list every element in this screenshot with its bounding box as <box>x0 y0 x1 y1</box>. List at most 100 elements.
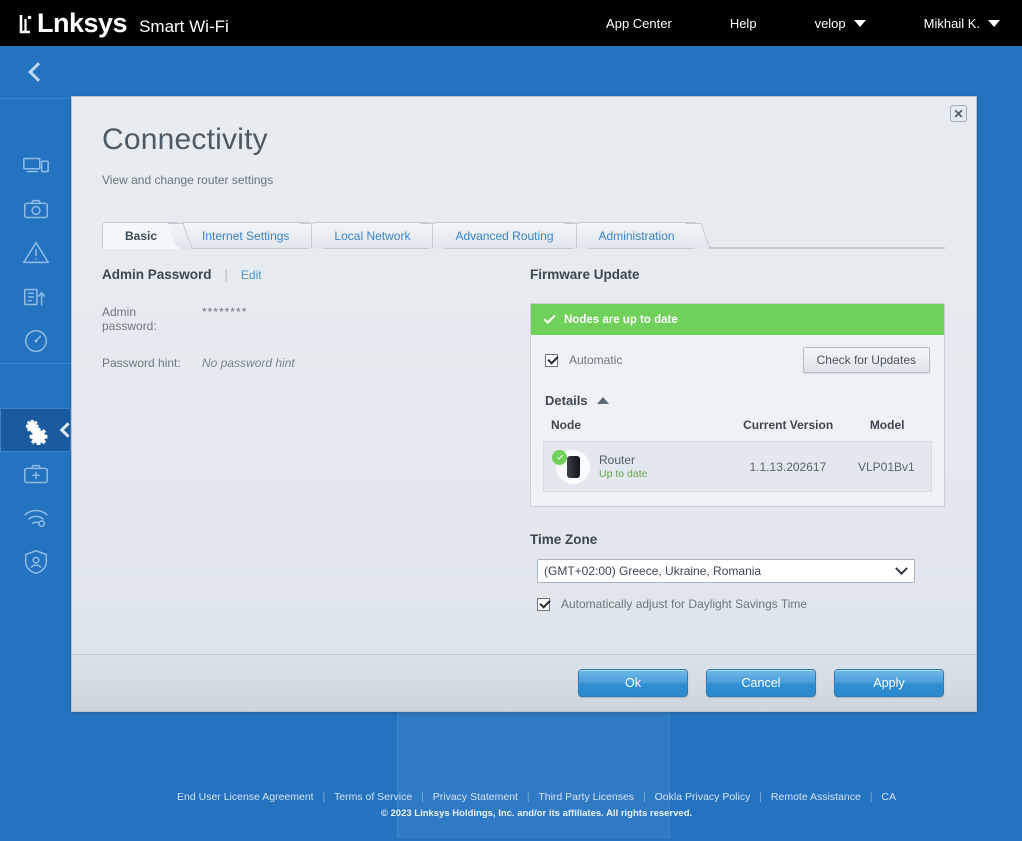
tab-advanced-routing[interactable]: Advanced Routing <box>432 222 590 249</box>
node-text: Router Up to date <box>599 453 647 480</box>
guest-access-icon <box>23 199 48 219</box>
node-current-version: 1.1.13.202617 <box>749 459 827 474</box>
network-devices-icon <box>22 157 49 173</box>
footer-divider: | <box>759 791 762 803</box>
firmware-details-header[interactable]: Details <box>531 379 944 408</box>
sidebar-item-media-prioritization[interactable] <box>0 275 71 319</box>
top-nav-links: App Center Help velop Mikhail K. <box>606 16 1022 31</box>
sidebar-item-troubleshooting[interactable] <box>0 452 71 496</box>
nav-help-label: Help <box>729 15 757 31</box>
sidebar-item-parental-controls[interactable] <box>0 231 71 275</box>
footer-link-privacy-statement[interactable]: Privacy Statement <box>433 791 518 803</box>
sidebar-item-wireless[interactable] <box>0 496 71 540</box>
footer-links: End User License Agreement | Terms of Se… <box>71 791 1002 803</box>
parental-controls-icon <box>21 241 50 264</box>
footer-divider: | <box>642 791 646 803</box>
footer-link-third-party-licenses[interactable]: Third Party Licenses <box>538 791 634 803</box>
tab-internet-settings-label: Internet Settings <box>202 229 290 243</box>
table-row: Router Up to date 1.1.13.202617 VLP01Bv1 <box>543 441 932 492</box>
sidebar-item-security[interactable] <box>0 540 71 584</box>
column-header-node: Node <box>551 418 581 432</box>
right-column: Firmware Update Nodes are up to date Aut… <box>530 267 945 611</box>
linksys-wordmark: Lnksys <box>37 7 128 38</box>
admin-password-title: Admin Password <box>102 267 212 282</box>
password-hint-label: Password hint: <box>102 356 181 370</box>
sidebar-spacer-top <box>0 99 71 143</box>
dst-label: Automatically adjust for Daylight Saving… <box>561 597 808 611</box>
sidebar-item-guest-access[interactable] <box>0 187 71 231</box>
ok-button[interactable]: Ok <box>578 669 688 697</box>
column-header-current-version: Current Version <box>743 418 834 432</box>
check-for-updates-button[interactable]: Check for Updates <box>802 347 930 373</box>
footer-divider: | <box>869 791 873 803</box>
node-name: Router <box>599 453 636 467</box>
chevron-left-icon <box>27 62 48 82</box>
node-cell: Router Up to date <box>552 449 726 484</box>
automatic-update-checkbox[interactable] <box>545 353 558 367</box>
tab-internet-settings[interactable]: Internet Settings <box>179 222 326 249</box>
node-model: VLP01Bv1 <box>858 459 915 474</box>
firmware-status-text: Nodes are up to date <box>564 313 678 326</box>
sidebar-item-device-list[interactable] <box>0 143 71 187</box>
wireless-icon <box>23 509 48 528</box>
dialog-footer: Ok Cancel Apply <box>72 654 976 711</box>
details-label: Details <box>545 393 588 408</box>
firmware-nodes-table: Node Current Version Model Router Up to … <box>543 418 932 492</box>
close-icon[interactable]: ✕ <box>950 105 967 122</box>
copyright-text: © 2023 Linksys Holdings, Inc. and/or its… <box>380 808 693 819</box>
apply-button[interactable]: Apply <box>834 669 944 697</box>
sidebar-item-speed-test[interactable] <box>0 319 71 363</box>
top-navigation-bar: Lnksys Smart Wi-Fi App Center Help velop… <box>0 0 1022 46</box>
tab-bar: Basic Internet Settings Local Network Ad… <box>102 222 945 249</box>
tab-basic[interactable]: Basic <box>102 222 193 249</box>
firmware-update-title: Firmware Update <box>530 267 640 282</box>
time-zone-select[interactable]: (GMT+02:00) Greece, Ukraine, Romania <box>537 559 915 583</box>
edit-admin-password-link[interactable]: Edit <box>241 268 262 282</box>
nav-help[interactable]: Help <box>730 16 757 31</box>
admin-password-value: ******** <box>202 305 248 319</box>
dst-checkbox[interactable] <box>537 597 550 611</box>
footer-divider: | <box>526 791 530 803</box>
nav-account-menu[interactable]: Mikhail K. <box>924 16 1000 31</box>
sidebar-item-connectivity[interactable] <box>0 408 76 452</box>
node-status-badge <box>552 449 590 484</box>
footer-link-eula[interactable]: End User License Agreement <box>177 791 314 803</box>
admin-password-label: Admin password: <box>102 305 157 333</box>
product-name: Smart Wi-Fi <box>139 16 229 36</box>
dialog-header: Connectivity View and change router sett… <box>72 97 976 222</box>
left-sidebar <box>0 46 76 841</box>
password-hint-value: No password hint <box>202 356 295 370</box>
linksys-l-mark-icon <box>19 14 32 33</box>
tab-local-network[interactable]: Local Network <box>311 222 447 249</box>
cancel-button[interactable]: Cancel <box>706 669 816 697</box>
troubleshooting-icon <box>23 464 48 484</box>
footer-divider: | <box>421 791 424 803</box>
admin-password-row: Admin password: ******** <box>102 305 528 333</box>
chevron-down-icon <box>988 19 1000 27</box>
tab-basic-label: Basic <box>125 229 158 243</box>
table-header-row: Node Current Version Model <box>543 418 932 441</box>
admin-password-section: Admin Password | Edit Admin password: **… <box>102 267 528 611</box>
speed-test-icon <box>24 329 47 353</box>
triangle-up-icon[interactable] <box>596 397 609 404</box>
sidebar-collapse-button[interactable] <box>0 46 71 98</box>
time-zone-select-wrapper: (GMT+02:00) Greece, Ukraine, Romania <box>537 559 915 583</box>
footer-link-remote-assistance[interactable]: Remote Assistance <box>771 791 861 803</box>
footer-link-ookla-privacy-policy[interactable]: Ookla Privacy Policy <box>655 791 751 803</box>
firmware-automatic-row: Automatic Check for Updates <box>531 335 944 379</box>
nav-app-center-label: App Center <box>606 15 672 31</box>
node-state: Up to date <box>599 468 648 480</box>
time-zone-title: Time Zone <box>530 532 598 547</box>
media-prioritization-icon <box>23 288 45 306</box>
linksys-logo: Lnksys <box>19 7 128 39</box>
footer-link-ca[interactable]: CA <box>881 791 896 803</box>
nav-network-selector[interactable]: velop <box>815 16 866 31</box>
footer-link-terms-of-service[interactable]: Terms of Service <box>334 791 412 803</box>
page-footer: End User License Agreement | Terms of Se… <box>71 791 1022 819</box>
column-header-model: Model <box>869 418 905 432</box>
tab-filler <box>697 222 945 248</box>
tab-administration[interactable]: Administration <box>575 222 711 249</box>
firmware-update-card: Nodes are up to date Automatic Check for… <box>530 303 945 507</box>
sidebar-group-primary <box>0 98 71 363</box>
nav-app-center[interactable]: App Center <box>606 16 672 31</box>
